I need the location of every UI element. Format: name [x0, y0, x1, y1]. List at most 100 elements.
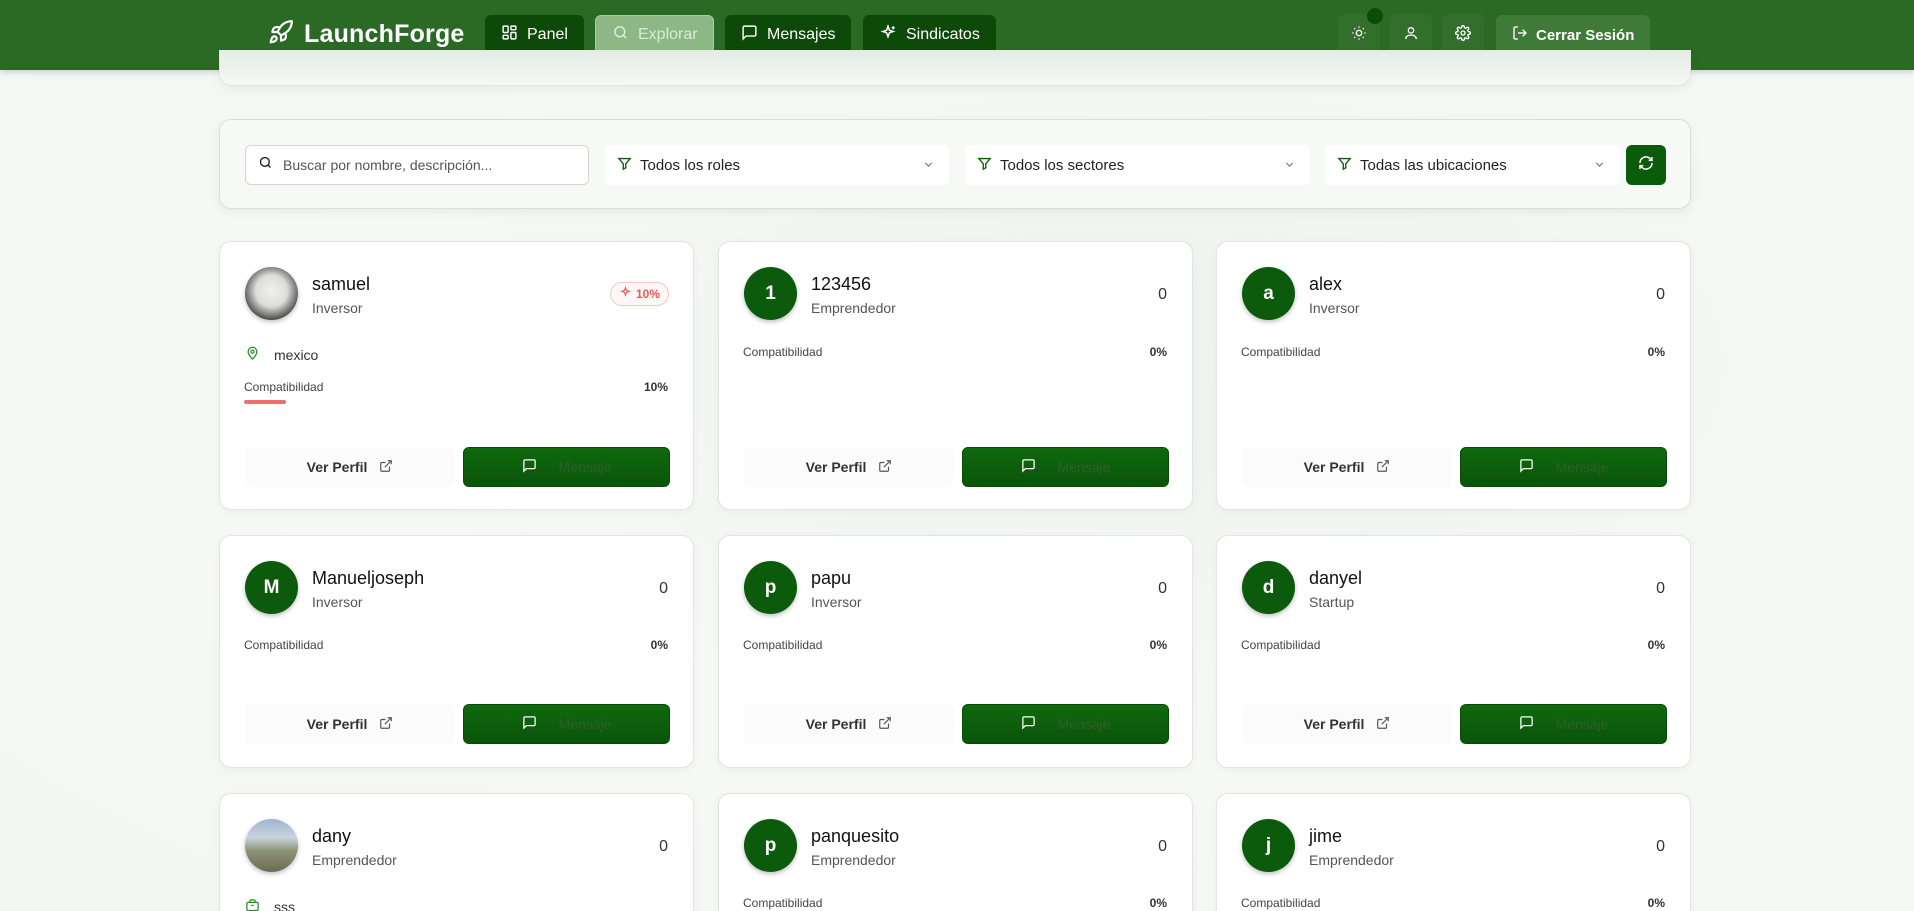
- brand-logo[interactable]: LaunchForge: [268, 19, 465, 50]
- message-label: Mensaje: [558, 716, 612, 732]
- external-link-icon: [379, 716, 393, 733]
- compat-percent: 0%: [1647, 345, 1665, 359]
- compat-percent: 0%: [1647, 896, 1665, 910]
- user-role: Inversor: [1309, 300, 1360, 316]
- user-name: 123456: [811, 274, 872, 294]
- user-name: samuel: [312, 274, 371, 294]
- compat-badge-value: 10%: [635, 287, 660, 301]
- user-name: jime: [1309, 826, 1343, 846]
- nav-sindicatos[interactable]: Sindicatos: [863, 15, 996, 55]
- compat-row: Compatibilidad 0%: [1241, 638, 1665, 652]
- message-label: Mensaje: [1057, 459, 1111, 475]
- sun-icon: [1351, 25, 1367, 46]
- compat-row: Compatibilidad 0%: [1241, 896, 1665, 910]
- message-label: Mensaje: [558, 459, 612, 475]
- compat-row: Compatibilidad 0%: [1241, 345, 1665, 359]
- logout-label: Cerrar Sesión: [1536, 26, 1635, 44]
- compat-percent: 10%: [643, 380, 668, 394]
- view-profile-label: Ver Perfil: [805, 716, 867, 732]
- view-profile-button[interactable]: Ver Perfil: [245, 704, 455, 744]
- nav-mensajes[interactable]: Mensajes: [725, 15, 852, 55]
- user-card: M Manueljoseph Inversor 0 Compatibilidad…: [219, 535, 694, 768]
- refresh-button[interactable]: [1626, 145, 1666, 185]
- compat-label: Compatibilidad: [1241, 638, 1321, 652]
- message-button[interactable]: Mensaje: [962, 447, 1169, 487]
- location-select[interactable]: Todas las ubicaciones: [1325, 145, 1620, 185]
- message-button[interactable]: Mensaje: [1460, 704, 1667, 744]
- message-icon: [522, 715, 537, 733]
- external-link-icon: [1376, 716, 1390, 733]
- external-link-icon: [878, 459, 892, 476]
- map-pin-icon: [245, 346, 260, 364]
- user-score: 0: [659, 580, 668, 597]
- user-name: panquesito: [811, 826, 900, 846]
- chevron-down-icon: [922, 158, 935, 175]
- user-role: Emprendedor: [312, 852, 397, 868]
- message-button[interactable]: Mensaje: [463, 704, 670, 744]
- briefcase-icon: [245, 898, 260, 911]
- explore-page: LaunchForge Panel Explorar Mensajes Sind…: [0, 0, 1914, 911]
- user-score: 0: [1158, 838, 1167, 855]
- view-profile-button[interactable]: Ver Perfil: [245, 447, 455, 487]
- sector-select-value: Todos los sectores: [1000, 156, 1125, 174]
- user-card: a alex Inversor 0 Compatibilidad 0% Ver …: [1216, 241, 1691, 510]
- message-icon: [1021, 715, 1036, 733]
- avatar: j: [1242, 819, 1295, 872]
- user-card: samuel Inversor 10% mexico Compatibilida…: [219, 241, 694, 510]
- compat-label: Compatibilidad: [743, 896, 823, 910]
- user-role: Emprendedor: [1309, 852, 1394, 868]
- nav-panel-label: Panel: [527, 26, 568, 43]
- compat-label: Compatibilidad: [1241, 345, 1321, 359]
- nav-panel[interactable]: Panel: [485, 15, 584, 55]
- compat-percent: 0%: [1149, 896, 1167, 910]
- message-button[interactable]: Mensaje: [463, 447, 670, 487]
- user-role: Startup: [1309, 594, 1355, 610]
- avatar: a: [1242, 267, 1295, 320]
- nav-sindicatos-label: Sindicatos: [906, 26, 980, 43]
- compat-row: Compatibilidad 0%: [743, 638, 1167, 652]
- user-score: 0: [1158, 286, 1167, 303]
- filter-icon: [977, 156, 992, 175]
- compat-percent: 0%: [650, 638, 668, 652]
- view-profile-button[interactable]: Ver Perfil: [744, 704, 954, 744]
- sector-select[interactable]: Todos los sectores: [965, 145, 1310, 185]
- view-profile-button[interactable]: Ver Perfil: [1242, 704, 1452, 744]
- compat-row: Compatibilidad 0%: [743, 345, 1167, 359]
- message-label: Mensaje: [1555, 716, 1609, 732]
- user-sector: sss: [245, 898, 295, 911]
- sparkles-icon: [619, 285, 632, 302]
- view-profile-label: Ver Perfil: [1303, 716, 1365, 732]
- avatar: [245, 267, 298, 320]
- external-link-icon: [379, 459, 393, 476]
- filter-bar: Todos los roles Todos los sectores Todas…: [219, 119, 1691, 209]
- view-profile-button[interactable]: Ver Perfil: [744, 447, 954, 487]
- compat-label: Compatibilidad: [244, 638, 324, 652]
- view-profile-label: Ver Perfil: [306, 459, 368, 475]
- user-card: 1 123456 Emprendedor 0 Compatibilidad 0%…: [718, 241, 1193, 510]
- role-select[interactable]: Todos los roles: [605, 145, 949, 185]
- user-card: p papu Inversor 0 Compatibilidad 0% Ver …: [718, 535, 1193, 768]
- search-box: [245, 145, 589, 185]
- avatar: d: [1242, 561, 1295, 614]
- compat-row: Compatibilidad 0%: [743, 896, 1167, 910]
- message-button[interactable]: Mensaje: [962, 704, 1169, 744]
- logout-button[interactable]: Cerrar Sesión: [1496, 15, 1651, 55]
- view-profile-label: Ver Perfil: [306, 716, 368, 732]
- compat-progress-bar: [244, 400, 286, 404]
- user-card: j jime Emprendedor 0 Compatibilidad 0%: [1216, 793, 1691, 911]
- search-input[interactable]: [283, 157, 573, 173]
- user-card: d danyel Startup 0 Compatibilidad 0% Ver…: [1216, 535, 1691, 768]
- view-profile-button[interactable]: Ver Perfil: [1242, 447, 1452, 487]
- user-role: Emprendedor: [811, 300, 896, 316]
- user-score: 0: [1656, 838, 1665, 855]
- view-profile-label: Ver Perfil: [1303, 459, 1365, 475]
- grid-icon: [501, 24, 518, 46]
- refresh-icon: [1638, 155, 1654, 176]
- message-icon: [1519, 458, 1534, 476]
- compat-label: Compatibilidad: [244, 380, 324, 394]
- nav-explorar[interactable]: Explorar: [595, 15, 714, 55]
- brand-name: LaunchForge: [304, 20, 465, 48]
- user-name: Manueljoseph: [312, 568, 425, 588]
- user-score: 0: [1158, 580, 1167, 597]
- message-button[interactable]: Mensaje: [1460, 447, 1667, 487]
